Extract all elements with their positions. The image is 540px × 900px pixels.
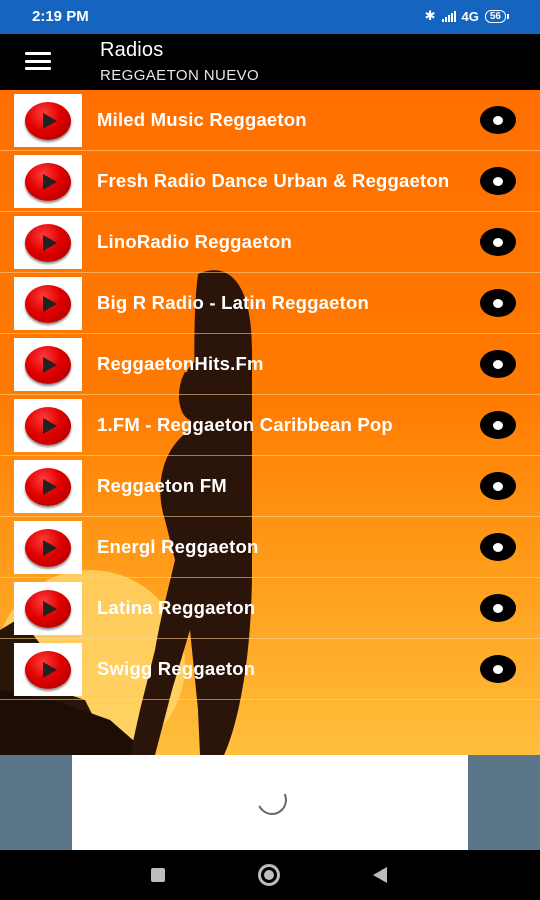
play-icon xyxy=(25,101,71,140)
more-icon[interactable] xyxy=(480,411,516,439)
play-icon xyxy=(25,345,71,384)
station-thumbnail xyxy=(14,643,82,696)
station-thumbnail xyxy=(14,155,82,208)
more-icon[interactable] xyxy=(480,106,516,134)
back-icon[interactable] xyxy=(373,867,387,883)
app-title: Radios xyxy=(100,39,164,61)
station-thumbnail xyxy=(14,582,82,635)
station-row[interactable]: Fresh Radio Dance Urban & Reggaeton xyxy=(0,151,540,212)
station-list-area[interactable]: Miled Music Reggaeton Fresh Radio Dance … xyxy=(0,90,540,755)
station-name: Reggaeton FM xyxy=(97,475,227,496)
station-row[interactable]: 1.FM - Reggaeton Caribbean Pop xyxy=(0,395,540,456)
station-name: Big R Radio - Latin Reggaeton xyxy=(97,292,369,313)
station-list: Miled Music Reggaeton Fresh Radio Dance … xyxy=(0,90,540,700)
station-name: Fresh Radio Dance Urban & Reggaeton xyxy=(97,170,450,191)
network-type: 4G xyxy=(461,8,479,24)
signal-icon xyxy=(441,10,456,22)
play-icon xyxy=(25,284,71,323)
more-icon[interactable] xyxy=(480,533,516,561)
station-name: Latina Reggaeton xyxy=(97,597,256,618)
recents-icon[interactable] xyxy=(151,868,165,882)
ad-banner[interactable] xyxy=(72,755,468,850)
station-row[interactable]: Swigg Reggaeton xyxy=(0,639,540,700)
station-row[interactable]: Latina Reggaeton xyxy=(0,578,540,639)
station-thumbnail xyxy=(14,216,82,269)
station-row[interactable]: Big R Radio - Latin Reggaeton xyxy=(0,273,540,334)
station-thumbnail xyxy=(14,338,82,391)
station-name: Swigg Reggaeton xyxy=(97,658,256,679)
app-bar: Radios REGGAETON NUEVO xyxy=(0,34,540,90)
play-icon xyxy=(25,650,71,689)
more-icon[interactable] xyxy=(480,228,516,256)
station-row[interactable]: Energl Reggaeton xyxy=(0,517,540,578)
play-icon xyxy=(25,223,71,262)
station-thumbnail xyxy=(14,94,82,147)
station-thumbnail xyxy=(14,277,82,330)
status-time: 2:19 PM xyxy=(32,8,89,25)
system-nav-bar xyxy=(0,850,540,900)
station-thumbnail xyxy=(14,521,82,574)
station-row[interactable]: Miled Music Reggaeton xyxy=(0,90,540,151)
loading-spinner-icon xyxy=(252,780,292,820)
play-icon xyxy=(25,406,71,445)
play-icon xyxy=(25,162,71,201)
status-icons: ✱ 4G 56 xyxy=(424,8,510,24)
more-icon[interactable] xyxy=(480,289,516,317)
station-row[interactable]: Reggaeton FM xyxy=(0,456,540,517)
station-name: ReggaetonHits.Fm xyxy=(97,353,264,374)
play-icon xyxy=(25,589,71,628)
station-thumbnail xyxy=(14,460,82,513)
play-icon xyxy=(25,528,71,567)
home-icon[interactable] xyxy=(258,864,280,886)
station-row[interactable]: LinoRadio Reggaeton xyxy=(0,212,540,273)
station-row[interactable]: ReggaetonHits.Fm xyxy=(0,334,540,395)
station-thumbnail xyxy=(14,399,82,452)
ad-banner-area xyxy=(0,755,540,850)
bluetooth-icon: ✱ xyxy=(424,8,436,23)
status-bar: 2:19 PM ✱ 4G 56 xyxy=(0,0,540,34)
more-icon[interactable] xyxy=(480,472,516,500)
station-name: LinoRadio Reggaeton xyxy=(97,231,292,252)
more-icon[interactable] xyxy=(480,350,516,378)
station-name: Energl Reggaeton xyxy=(97,536,259,557)
station-name: Miled Music Reggaeton xyxy=(97,109,307,130)
app-subtitle: REGGAETON NUEVO xyxy=(100,67,260,84)
more-icon[interactable] xyxy=(480,167,516,195)
menu-icon[interactable] xyxy=(25,52,51,70)
battery-icon: 56 xyxy=(484,9,510,23)
station-name: 1.FM - Reggaeton Caribbean Pop xyxy=(97,414,393,435)
play-icon xyxy=(25,467,71,506)
more-icon[interactable] xyxy=(480,655,516,683)
more-icon[interactable] xyxy=(480,594,516,622)
